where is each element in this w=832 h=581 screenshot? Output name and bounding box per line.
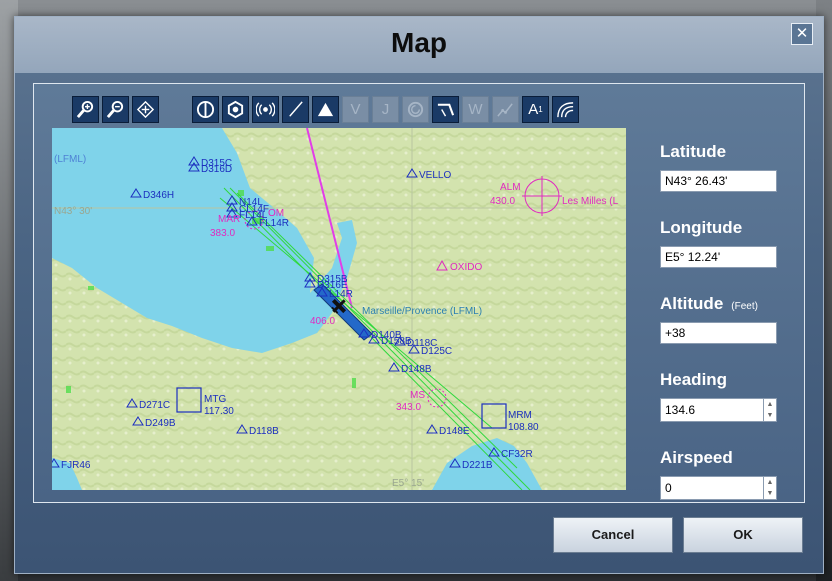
waypoint-label: CF32R <box>501 449 533 460</box>
waypoint-label: D271C <box>139 400 170 411</box>
heading-down-icon[interactable]: ▼ <box>764 410 776 421</box>
cancel-button[interactable]: Cancel <box>553 517 673 553</box>
navaid-mrm-freq: 108.80 <box>508 422 539 433</box>
navaid-mtg-id: MTG <box>204 394 226 405</box>
map-canvas[interactable]: N43° 30' E5° 15' (LFML) D315CD316DD346HV… <box>52 128 626 490</box>
airspeed-stepper: ▲ ▼ <box>660 476 777 500</box>
waypoint-label: D148B <box>401 364 432 375</box>
heading-stepper: ▲ ▼ <box>660 398 777 422</box>
altitude-input[interactable] <box>660 322 777 344</box>
waypoint-label: FL14R <box>259 218 289 229</box>
altitude-label-row: Altitude (Feet) <box>660 294 758 314</box>
center-aircraft-icon[interactable] <box>132 96 159 123</box>
grid-label-lat: N43° 30' <box>54 206 92 217</box>
heading-up-icon[interactable]: ▲ <box>764 399 776 410</box>
heading-input[interactable] <box>660 398 764 422</box>
airspeed-down-icon[interactable]: ▼ <box>764 488 776 499</box>
zoom-out-icon[interactable] <box>102 96 129 123</box>
waypoint-label: D221B <box>462 460 493 471</box>
longitude-label: Longitude <box>660 218 743 237</box>
airport-labels-icon[interactable]: A1 <box>522 96 549 123</box>
localizer-icon[interactable] <box>282 96 309 123</box>
ndb-icon[interactable] <box>222 96 249 123</box>
navaid-ms-id: MS <box>410 390 425 401</box>
jet-airways-icon[interactable]: J <box>372 96 399 123</box>
ok-button[interactable]: OK <box>683 517 803 553</box>
approach-icon[interactable] <box>432 96 459 123</box>
navaid-mtg-freq: 117.30 <box>204 406 234 417</box>
latitude-input[interactable] <box>660 170 777 192</box>
airport-name: Marseille/Provence (LFML) <box>362 306 482 317</box>
longitude-input[interactable] <box>660 246 777 268</box>
airspeed-spin-buttons: ▲ ▼ <box>764 476 777 500</box>
navaid-oxido-id: OXIDO <box>450 262 482 273</box>
waypoint-label: FJR46 <box>61 460 91 471</box>
heading-label: Heading <box>660 370 728 389</box>
aircraft-ndb-freq: 406.0 <box>310 316 335 327</box>
victor-airways-icon[interactable]: V <box>342 96 369 123</box>
waypoint-label: D125C <box>421 346 452 357</box>
flight-path-icon[interactable] <box>492 96 519 123</box>
airport-labels-letter: A <box>528 101 539 118</box>
intersection-icon[interactable] <box>312 96 339 123</box>
waypoint-label: D316D <box>201 164 232 175</box>
navaid-alm-id: ALM <box>500 182 521 193</box>
airspeed-input[interactable] <box>660 476 764 500</box>
waypoint-label: D346H <box>143 190 174 201</box>
airspeed-up-icon[interactable]: ▲ <box>764 477 776 488</box>
navaid-mar-freq: 383.0 <box>210 228 235 239</box>
dialog-title: Map <box>391 27 447 58</box>
grid-label-lon: E5° 15' <box>392 478 424 489</box>
waypoint-label: VELLO <box>419 170 451 181</box>
close-button[interactable]: ✕ <box>791 23 813 45</box>
airport-left-label: (LFML) <box>54 154 86 165</box>
title-bar: Map ✕ <box>15 17 823 73</box>
navaid-mar-id: MAR <box>218 214 240 225</box>
waypoint-icon[interactable]: W <box>462 96 489 123</box>
zoom-toolbar <box>72 96 159 123</box>
map-dialog: Map ✕ V J W A 1 N43° 30' E5° 15' (LFML) … <box>14 16 824 574</box>
terrain-icon[interactable] <box>552 96 579 123</box>
navaid-mrm-id: MRM <box>508 410 532 421</box>
altitude-label: Altitude <box>660 294 724 313</box>
holding-pattern-icon[interactable] <box>402 96 429 123</box>
waypoint-label: L14R <box>329 289 353 300</box>
navaid-alm-freq: 430.0 <box>490 196 515 207</box>
heading-spin-buttons: ▲ ▼ <box>764 398 777 422</box>
vor-icon[interactable] <box>192 96 219 123</box>
ils-icon[interactable] <box>252 96 279 123</box>
waypoint-label: D148E <box>439 426 470 437</box>
waypoint-label: D249B <box>145 418 176 429</box>
latitude-label: Latitude <box>660 142 727 161</box>
map-panel: V J W A1 N43° 30' E5° 15' (LFML) D315C D… <box>33 83 805 503</box>
navigation-map[interactable]: N43° 30' E5° 15' (LFML) D315C D316D D346… <box>52 128 626 490</box>
navaid-ms-freq: 343.0 <box>396 402 421 413</box>
altitude-unit: (Feet) <box>731 301 758 312</box>
layers-toolbar: V J W A1 <box>192 96 579 123</box>
navaid-alm-name: Les Milles (L <box>562 196 619 207</box>
airspeed-label: Airspeed <box>660 448 733 467</box>
waypoint-label: D118B <box>249 426 279 437</box>
zoom-in-icon[interactable] <box>72 96 99 123</box>
navaid-mar-name: OM <box>268 208 284 219</box>
